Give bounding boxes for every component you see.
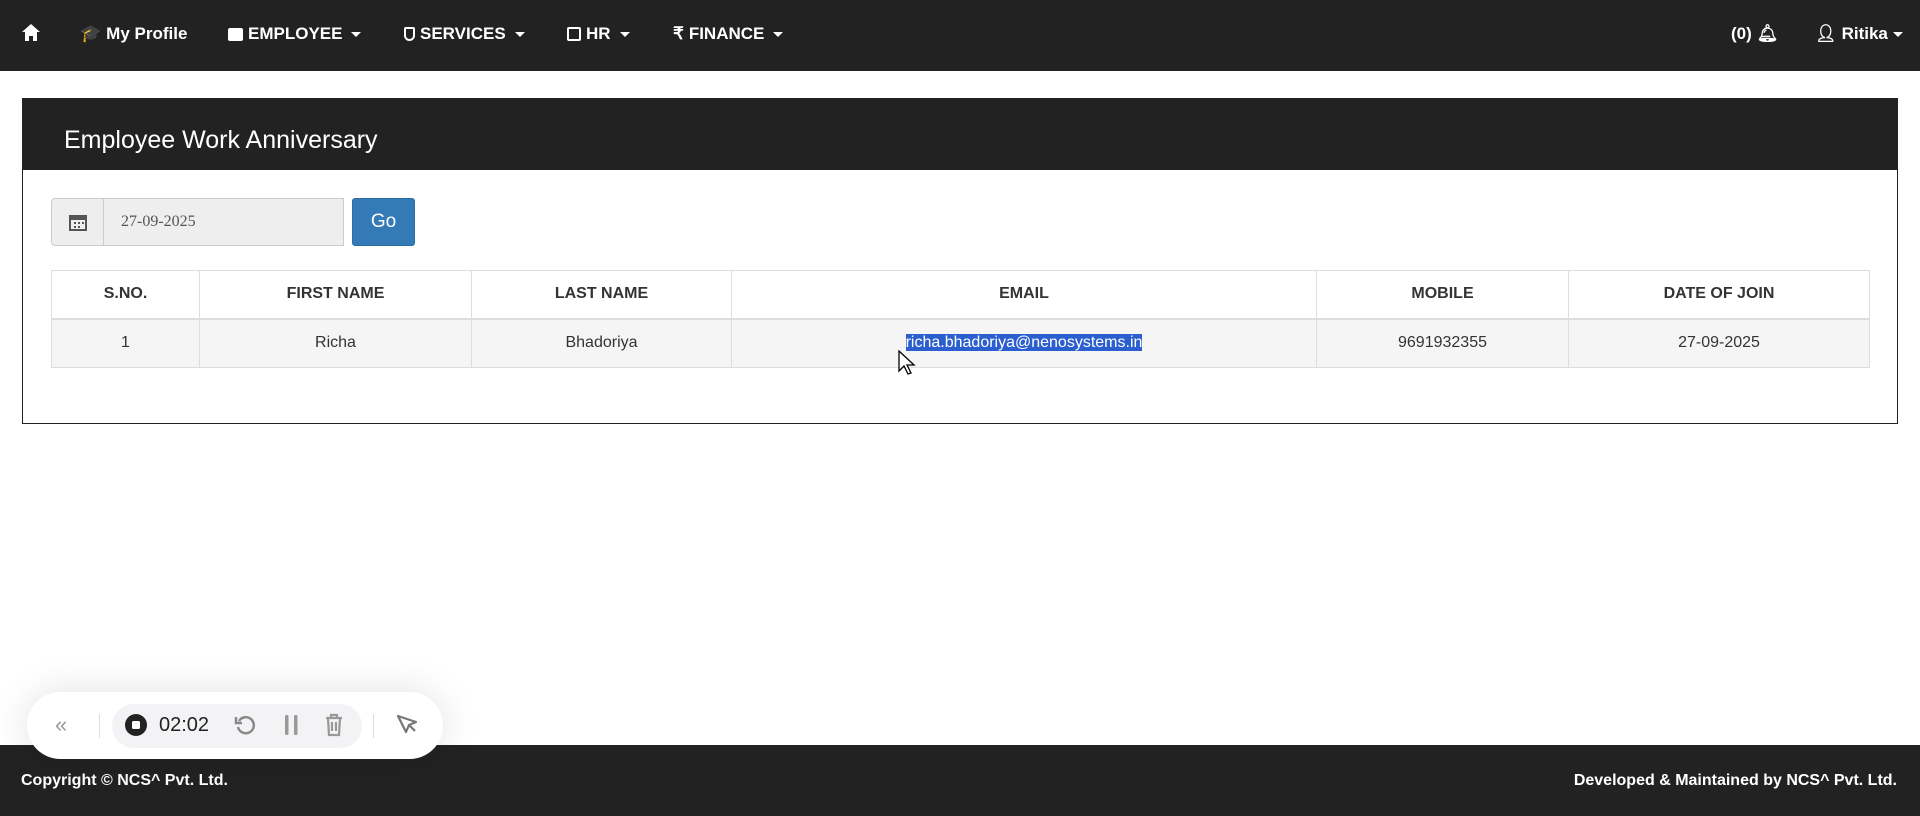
date-input[interactable]: 27-09-2025 (104, 198, 344, 246)
copyright-text: Copyright © NCS^ Pvt. Ltd. (21, 772, 228, 789)
col-email: EMAIL (731, 270, 1317, 320)
user-name: Ritika (1841, 24, 1888, 43)
cell-mobile: 9691932355 (1316, 318, 1569, 368)
calendar-icon[interactable] (51, 198, 104, 246)
caret-down-icon (619, 31, 630, 37)
cell-last-name: Bhadoriya (471, 318, 732, 368)
nav-finance[interactable]: ₹ FINANCE (673, 24, 784, 44)
nav-services[interactable]: SERVICES (404, 24, 525, 44)
stop-icon[interactable] (125, 714, 147, 736)
notifications-button[interactable]: (0) 🔔︎ (1731, 24, 1778, 44)
top-navbar: 🎓 My Profile EMPLOYEE SERVICES HR ₹ FINANC… (0, 0, 1920, 71)
cell-email: richa.bhadoriya@nenosystems.in (731, 318, 1317, 368)
developer-text: Developed & Maintained by NCS^ Pvt. Ltd. (1573, 772, 1897, 789)
anniversary-table: S.NO. FIRST NAME LAST NAME EMAIL MOBILE … (51, 270, 1870, 368)
nav-label: SERVICES (420, 24, 506, 43)
restart-icon[interactable] (233, 713, 257, 737)
graduation-cap-icon: 🎓 (80, 24, 102, 43)
col-date-of-join: DATE OF JOIN (1568, 270, 1870, 320)
anniversary-panel: Employee Work Anniversary 27-09-2025 Go … (22, 98, 1898, 424)
divider (99, 714, 100, 738)
bell-icon: 🔔︎ (1756, 24, 1779, 43)
home-link[interactable] (22, 24, 40, 41)
caret-down-icon (514, 31, 525, 37)
date-input-group: 27-09-2025 (51, 198, 344, 246)
go-button[interactable]: Go (352, 198, 415, 246)
cell-sno: 1 (51, 318, 200, 368)
table-row: 1 Richa Bhadoriya richa.bhadoriya@nenosy… (51, 318, 1870, 368)
cell-date-of-join: 27-09-2025 (1568, 318, 1870, 368)
briefcase-icon (228, 27, 243, 41)
caret-down-icon (1892, 31, 1903, 37)
screen-recorder-toolbar: « 02:02 (27, 692, 443, 759)
nav-hr[interactable]: HR (567, 24, 630, 44)
cell-first-name: Richa (199, 318, 472, 368)
collapse-icon[interactable]: « (55, 712, 67, 738)
delete-icon[interactable] (324, 713, 344, 737)
nav-label: EMPLOYEE (248, 24, 343, 43)
nav-label: FINANCE (688, 24, 765, 43)
user-icon: 👤︎ (1815, 24, 1837, 43)
col-mobile: MOBILE (1316, 270, 1569, 320)
edit-icon (567, 27, 581, 41)
shield-icon (404, 27, 415, 41)
rupee-icon: ₹ (673, 24, 684, 43)
recording-time: 02:02 (159, 714, 210, 736)
notification-count: (0) (1731, 24, 1752, 43)
selected-email-text: richa.bhadoriya@nenosystems.in (905, 334, 1143, 352)
caret-down-icon (773, 31, 784, 37)
divider (373, 714, 374, 738)
pause-icon[interactable] (284, 714, 300, 736)
col-last-name: LAST NAME (471, 270, 732, 320)
col-first-name: FIRST NAME (199, 270, 472, 320)
caret-down-icon (351, 31, 362, 37)
home-icon (22, 24, 40, 41)
pointer-icon[interactable] (396, 714, 418, 736)
nav-my-profile[interactable]: 🎓 My Profile (80, 24, 187, 44)
panel-title: Employee Work Anniversary (23, 99, 1897, 170)
user-menu[interactable]: 👤︎ Ritika (1815, 24, 1903, 44)
mouse-cursor-icon (898, 350, 916, 375)
col-sno: S.NO. (51, 270, 200, 320)
nav-employee[interactable]: EMPLOYEE (228, 24, 362, 44)
nav-label: My Profile (106, 24, 188, 43)
nav-label: HR (586, 24, 611, 43)
